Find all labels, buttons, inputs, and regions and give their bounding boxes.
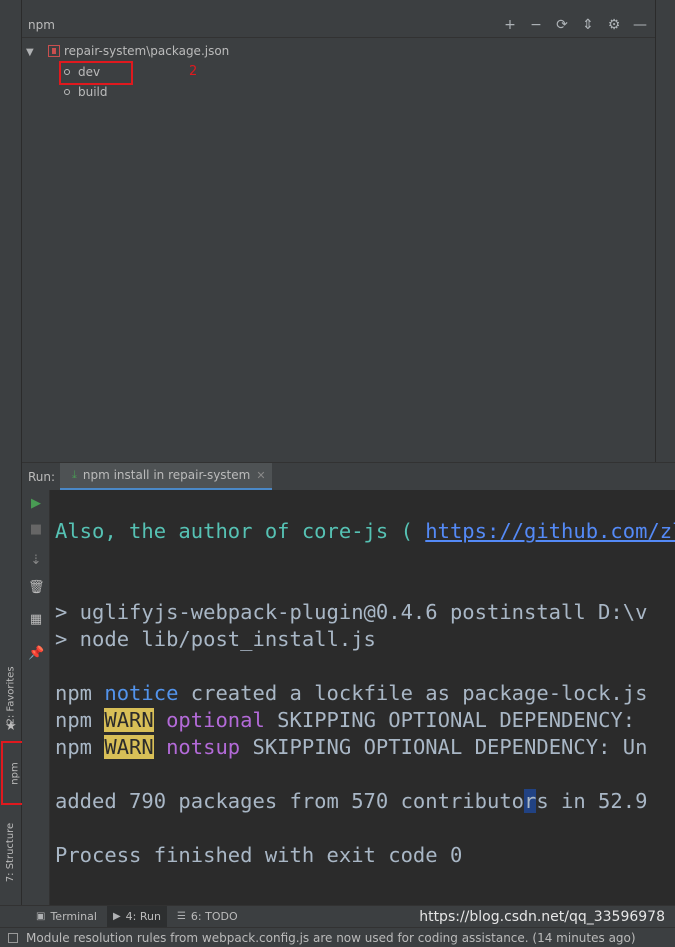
console-notsup-tag: notsup	[153, 735, 241, 759]
stop-icon[interactable]: ■	[28, 522, 44, 538]
layout-icon[interactable]: ▦	[28, 612, 44, 628]
tab-run[interactable]: ▶ 4: Run	[106, 905, 167, 928]
tree-item-script-build[interactable]: build	[58, 82, 108, 102]
console-caret: r	[524, 789, 537, 813]
console-notice-tag: notice	[104, 681, 179, 705]
bottom-tool-tabs: ▣ Terminal ▶ 4: Run ☰ 6: TODO https://blog.…	[0, 905, 675, 928]
close-icon[interactable]: ✕	[256, 469, 265, 482]
tree-item-package-json[interactable]: ▼ repair-system\package.json	[26, 41, 229, 61]
scroll-to-end-icon[interactable]: ⇣	[28, 553, 44, 569]
collapse-all-icon[interactable]: ⇕	[579, 16, 597, 34]
console-text: Also, the author of core-js (	[55, 519, 426, 543]
console-line: npm WARN optional SKIPPING OPTIONAL DEPE…	[55, 707, 647, 733]
console-text: s in 52.9	[536, 789, 648, 813]
run-tab-npm-install[interactable]: ⤓ npm install in repair-system ✕	[60, 462, 272, 491]
console-line: > node lib/post_install.js	[55, 627, 376, 651]
tool-tab-npm-label: npm	[9, 761, 21, 785]
console-link[interactable]: https://github.com/zloirock	[425, 519, 675, 543]
download-icon: ⤓	[72, 468, 77, 481]
console-text: created a lockfile as package-lock.js	[178, 681, 648, 705]
tab-todo[interactable]: ☰ 6: TODO	[171, 906, 244, 928]
tree-item-label: build	[78, 85, 108, 99]
script-bullet-icon	[64, 89, 70, 95]
hide-icon[interactable]: —	[631, 16, 649, 34]
tool-tab-structure[interactable]: 7: Structure	[0, 812, 22, 892]
play-icon: ▶	[112, 910, 121, 922]
console-line: Also, the author of core-js ( https://gi…	[55, 518, 675, 544]
console-line: added 790 packages from 570 contributors…	[55, 788, 647, 814]
tab-terminal[interactable]: ▣ Terminal	[30, 906, 103, 928]
watermark: https://blog.csdn.net/qq_33596978	[419, 909, 665, 925]
remove-icon[interactable]: −	[527, 16, 545, 34]
refresh-icon[interactable]: ⟳	[553, 16, 571, 34]
console-text: SKIPPING OPTIONAL DEPENDENCY: Un	[240, 735, 648, 759]
list-icon: ☰	[176, 910, 186, 922]
console-line: > uglifyjs-webpack-plugin@0.4.6 postinst…	[55, 600, 648, 624]
npm-package-icon	[48, 45, 60, 57]
tab-label: 4: Run	[125, 909, 161, 923]
console-warn-tag: WARN	[104, 708, 154, 732]
annotation-marker-2: 2	[189, 64, 198, 79]
left-tool-strip: 2: Favorites ★ npm 7: Structure	[0, 0, 29, 905]
right-tool-strip	[655, 0, 675, 462]
console-text: added 790 packages from 570 contributo	[55, 789, 524, 813]
console-warn-tag: WARN	[104, 735, 154, 759]
console-text: npm	[55, 708, 105, 732]
run-toolbar: ▶ ■ ⇣ 🗑 ▦ 📌	[22, 490, 50, 905]
run-tab-label: npm install in repair-system	[82, 468, 251, 482]
gear-icon[interactable]: ⚙	[605, 16, 623, 34]
tab-label: Terminal	[50, 909, 97, 923]
run-label: Run:	[28, 469, 56, 484]
console-text: npm	[55, 735, 105, 759]
npm-panel-title: npm	[28, 18, 55, 32]
pin-icon[interactable]: 📌	[28, 646, 44, 662]
console-line: npm notice created a lockfile as package…	[55, 680, 647, 706]
star-icon: ★	[5, 719, 17, 734]
status-bar: Module resolution rules from webpack.con…	[0, 927, 675, 947]
tool-windows-icon[interactable]	[8, 932, 18, 943]
trash-icon[interactable]: 🗑	[28, 580, 45, 596]
console-text: SKIPPING OPTIONAL DEPENDENCY:	[264, 708, 648, 732]
npm-panel-header: npm + − ⟳ ⇕ ⚙ —	[22, 0, 655, 38]
tool-tab-favorites-label: 2: Favorites	[5, 665, 17, 725]
tool-tab-structure-label: 7: Structure	[5, 822, 17, 882]
expand-triangle-icon[interactable]: ▼	[26, 43, 38, 63]
console-output[interactable]: Also, the author of core-js ( https://gi…	[50, 490, 675, 905]
add-icon[interactable]: +	[501, 16, 519, 34]
console-optional-tag: optional	[153, 708, 265, 732]
tree-item-label: repair-system\package.json	[64, 44, 230, 58]
run-tool-header: Run: ⤓ npm install in repair-system ✕	[22, 462, 675, 491]
status-message: Module resolution rules from webpack.con…	[26, 930, 636, 945]
rerun-icon[interactable]: ▶	[28, 496, 44, 512]
console-text: npm	[55, 681, 105, 705]
console-line: npm WARN notsup SKIPPING OPTIONAL DEPEND…	[55, 734, 647, 760]
annotation-highlight-box	[59, 61, 133, 85]
console-line: Process finished with exit code 0	[55, 843, 463, 867]
tab-label: 6: TODO	[190, 909, 238, 923]
terminal-icon: ▣	[36, 910, 46, 922]
npm-tool-window: npm + − ⟳ ⇕ ⚙ — ▼ repair-system\package.j…	[22, 0, 655, 462]
